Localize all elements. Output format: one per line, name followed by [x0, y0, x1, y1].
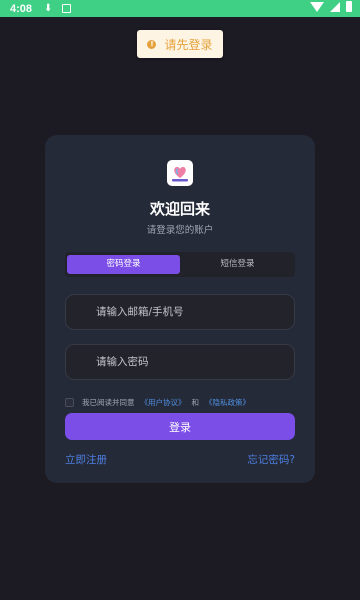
tab-password-login[interactable]: 密码登录 [67, 255, 180, 274]
status-bar: 4:08 ⬇ [0, 0, 360, 17]
email-phone-input[interactable] [66, 295, 294, 329]
battery-icon [346, 1, 352, 12]
warning-icon: ! [147, 39, 157, 49]
agreement-checkbox[interactable] [65, 397, 74, 407]
download-icon: ⬇ [44, 3, 53, 14]
page-subtitle: 请登录您的账户 [146, 225, 214, 236]
app-logo [167, 160, 193, 186]
notification-icon [62, 4, 72, 13]
tab-sms-login[interactable]: 短信登录 [182, 255, 293, 274]
toast-text: 请先登录 [164, 37, 213, 52]
forgot-password-link[interactable]: 忘记密码? [247, 452, 295, 467]
agreement-and: 和 [191, 397, 200, 407]
password-input[interactable] [66, 345, 294, 379]
status-time: 4:08 [10, 2, 33, 15]
email-phone-field [65, 294, 295, 330]
login-required-toast: ! 请先登录 [137, 30, 223, 58]
login-method-tabs: 密码登录 短信登录 [65, 252, 295, 277]
privacy-policy-link[interactable]: 《隐私政策》 [205, 397, 250, 408]
page-title: 欢迎回来 [149, 200, 210, 218]
login-card: 欢迎回来 请登录您的账户 密码登录 短信登录 我已阅读并同意 《用户协议》 和 … [45, 135, 315, 483]
signal-icon [330, 1, 340, 12]
user-agreement-link[interactable]: 《用户协议》 [141, 397, 186, 408]
agreement-row: 我已阅读并同意 《用户协议》 和 《隐私政策》 [65, 396, 250, 408]
password-field [65, 344, 295, 380]
register-link[interactable]: 立即注册 [65, 452, 107, 467]
agreement-prefix: 我已阅读并同意 [82, 397, 135, 407]
login-button[interactable]: 登录 [65, 413, 295, 440]
wifi-icon [310, 1, 324, 12]
